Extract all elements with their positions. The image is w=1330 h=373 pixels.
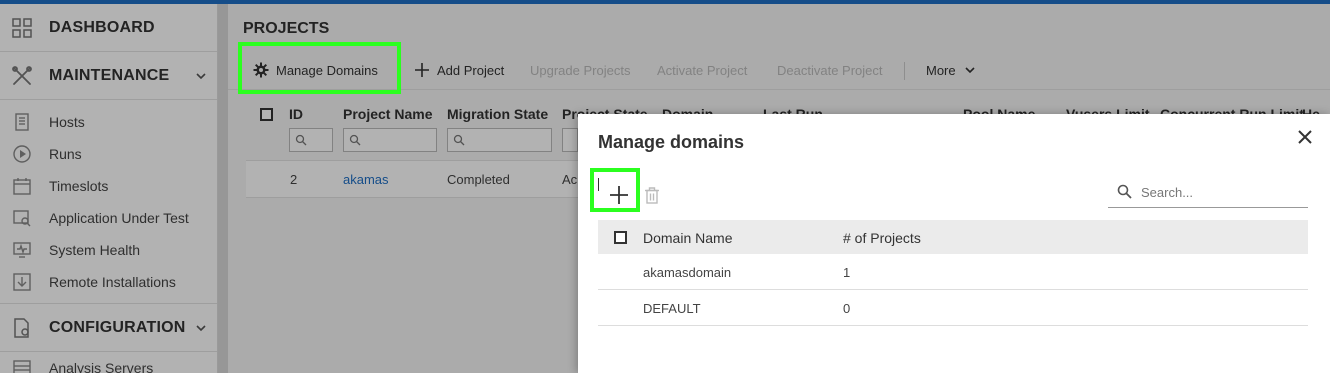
cell-domain-name: DEFAULT [643,301,701,316]
col-domain-name[interactable]: Domain Name [643,230,732,246]
cell-domain-name: akamasdomain [643,265,732,280]
trash-icon[interactable] [644,187,660,204]
highlight-add-domain [590,168,640,212]
cell-num-projects: 1 [843,265,851,280]
highlight-manage-domains [238,42,401,94]
search-icon [1117,184,1132,199]
domain-search-input[interactable] [1141,182,1301,202]
cell-num-projects: 0 [843,301,851,316]
col-num-projects[interactable]: # of Projects [843,230,921,246]
manage-domains-dialog: Manage domains Domain Name # of Projects… [578,114,1330,373]
table-row[interactable]: akamasdomain 1 [598,254,1308,290]
domains-table-header: Domain Name # of Projects [598,220,1308,254]
dialog-title: Manage domains [598,132,745,152]
close-icon[interactable] [1296,128,1314,146]
domain-search-box[interactable] [1108,176,1308,208]
table-row[interactable]: DEFAULT 0 [598,290,1308,326]
select-all-domains-checkbox[interactable] [614,231,627,244]
